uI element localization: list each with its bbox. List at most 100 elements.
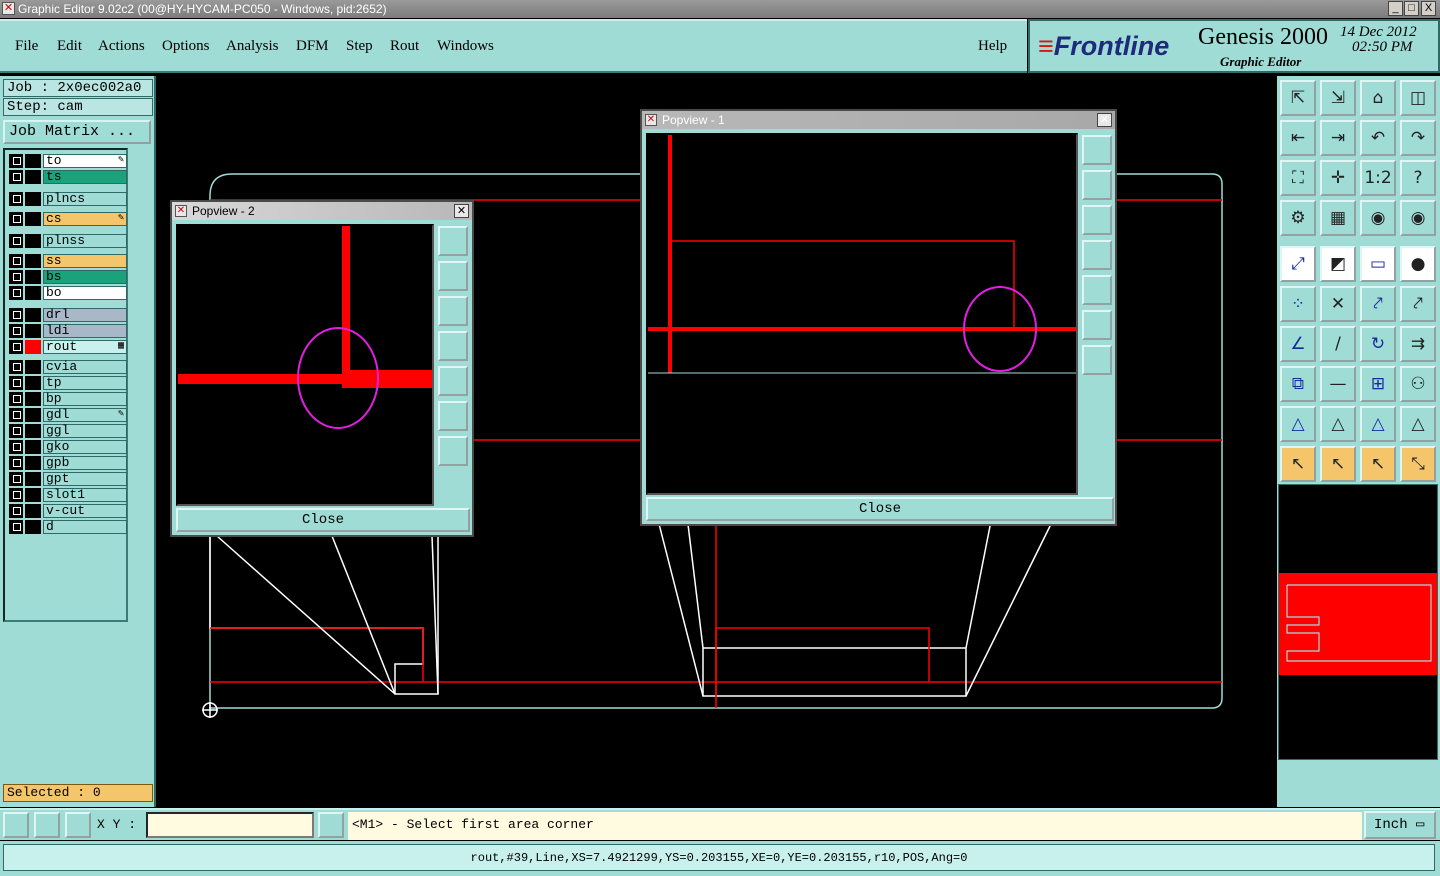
stretch-icon[interactable]: △ [1360, 406, 1396, 442]
popview-2-close-button[interactable]: Close [176, 508, 470, 532]
layer-checkbox[interactable] [9, 408, 23, 422]
layer-checkbox[interactable] [9, 340, 23, 354]
help-icon[interactable]: ? [1400, 160, 1436, 196]
close-job-icon[interactable]: ⇲ [1320, 80, 1356, 116]
triangle-icon[interactable]: △ [1280, 406, 1316, 442]
layer-name[interactable]: to ✎ [43, 154, 127, 168]
rotate-icon[interactable]: △ [1400, 406, 1436, 442]
layer-row-to[interactable]: to ✎ [7, 154, 127, 168]
measure-mode-icon[interactable] [34, 812, 60, 838]
layer-row-ggl[interactable]: ggl [7, 424, 127, 438]
ratio-icon[interactable]: 1:2 [1360, 160, 1396, 196]
layer-checkbox[interactable] [9, 504, 23, 518]
layer-name[interactable]: tp [43, 376, 127, 390]
popview-zoom-icon[interactable] [438, 226, 468, 256]
layer-checkbox[interactable] [9, 456, 23, 470]
pan-left-icon[interactable]: ⇤ [1280, 120, 1316, 156]
layer-row-gpb[interactable]: gpb [7, 456, 127, 470]
layer-checkbox[interactable] [9, 360, 23, 374]
layer-edit-icon[interactable]: ◉ [1400, 200, 1436, 236]
grid-icon[interactable]: ▦ [1320, 200, 1356, 236]
zoom-out-icon[interactable] [1082, 345, 1112, 375]
ruler-icon[interactable]: ▭ [1360, 246, 1396, 282]
layer-row-drl[interactable]: drl [7, 308, 127, 322]
pan-right-icon[interactable] [438, 366, 468, 396]
array-icon[interactable]: ⚇ [1400, 366, 1436, 402]
settings-icon[interactable]: ⚙ [1280, 200, 1316, 236]
home-icon[interactable]: ⌂ [1360, 80, 1396, 116]
popview-1-close-icon[interactable]: ✕ [1097, 113, 1112, 127]
close-window-button[interactable]: X [1421, 1, 1436, 16]
pan-down-icon[interactable] [1082, 205, 1112, 235]
split-window-icon[interactable]: ◫ [1400, 80, 1436, 116]
layer-row-bo[interactable]: bo [7, 286, 127, 300]
layer-checkbox[interactable] [9, 440, 23, 454]
popview-zoom-icon[interactable] [1082, 135, 1112, 165]
menu-actions[interactable]: Actions [98, 38, 145, 55]
layer-name[interactable]: drl [43, 308, 127, 322]
popview-2-close-icon[interactable]: ✕ [454, 204, 469, 218]
layer-row-gdl[interactable]: gdl ✎ [7, 408, 127, 422]
layer-name[interactable]: gko [43, 440, 127, 454]
select-poly-icon[interactable]: ↖ [1360, 446, 1396, 482]
layer-row-bp[interactable]: bp [7, 392, 127, 406]
overview-map[interactable] [1278, 484, 1438, 760]
layer-row-ss[interactable]: ss [7, 254, 127, 268]
layer-checkbox[interactable] [9, 270, 23, 284]
layer-name[interactable]: rout ▦ [43, 340, 127, 354]
pan-right-icon[interactable]: ⇥ [1320, 120, 1356, 156]
copy-icon[interactable]: ⧉ [1280, 366, 1316, 402]
select-net-icon[interactable]: ⤡ [1400, 446, 1436, 482]
xy-input[interactable] [146, 812, 314, 838]
layer-name[interactable]: cvia [43, 360, 127, 374]
delete-icon[interactable]: ✕ [1320, 286, 1356, 322]
layer-row-plncs[interactable]: plncs [7, 192, 127, 206]
redo-icon[interactable]: ↷ [1400, 120, 1436, 156]
snap-icon[interactable]: ⤢ [1280, 246, 1316, 282]
text-icon[interactable]: ⇉ [1400, 326, 1436, 362]
select-icon[interactable]: ↖ [1280, 446, 1316, 482]
layer-name[interactable]: ggl [43, 424, 127, 438]
angle-icon[interactable]: ∠ [1280, 326, 1316, 362]
measure-icon[interactable]: ◩ [1320, 246, 1356, 282]
layer-checkbox[interactable] [9, 472, 23, 486]
menu-options[interactable]: Options [162, 38, 210, 55]
minimize-button[interactable]: _ [1388, 1, 1403, 16]
open-job-icon[interactable]: ⇱ [1280, 80, 1316, 116]
menu-help[interactable]: Help [978, 38, 1007, 55]
layer-checkbox[interactable] [9, 192, 23, 206]
select-box-icon[interactable]: ↖ [1320, 446, 1356, 482]
layer-checkbox[interactable] [9, 308, 23, 322]
layer-checkbox[interactable] [9, 488, 23, 502]
menu-rout[interactable]: Rout [390, 38, 419, 55]
layer-row-bs[interactable]: bs [7, 270, 127, 284]
layer-row-gpt[interactable]: gpt [7, 472, 127, 486]
layer-red-icon[interactable]: ◉ [1360, 200, 1396, 236]
layer-name[interactable]: bs [43, 270, 127, 284]
layer-row-cvia[interactable]: cvia [7, 360, 127, 374]
layer-name[interactable]: ts [43, 170, 127, 184]
popview-2-view[interactable] [176, 224, 434, 506]
pan-left-icon[interactable] [438, 331, 468, 361]
pan-right-icon[interactable] [1082, 275, 1112, 305]
layer-name[interactable]: plncs [43, 192, 127, 206]
line-icon[interactable]: ⤤ [1400, 286, 1436, 322]
move-icon[interactable]: ⁘ [1280, 286, 1316, 322]
zoom-in-icon[interactable] [1082, 310, 1112, 340]
layer-row-plnss[interactable]: plnss [7, 234, 127, 248]
layer-checkbox[interactable] [9, 234, 23, 248]
menu-step[interactable]: Step [346, 38, 373, 55]
layer-row-tp[interactable]: tp [7, 376, 127, 390]
layer-row-ts[interactable]: ts [7, 170, 127, 184]
pan-up-icon[interactable] [438, 261, 468, 291]
menu-edit[interactable]: Edit [57, 38, 82, 55]
layer-checkbox[interactable] [9, 286, 23, 300]
layer-checkbox[interactable] [9, 170, 23, 184]
popview-1-close-button[interactable]: Close [646, 497, 1114, 521]
layer-row-v-cut[interactable]: v-cut [7, 504, 127, 518]
layer-checkbox[interactable] [9, 376, 23, 390]
pan-left-icon[interactable] [1082, 240, 1112, 270]
layer-name[interactable]: cs ✎ [43, 212, 127, 226]
grid-mode-icon[interactable] [65, 812, 91, 838]
job-matrix-button[interactable]: Job Matrix ... [3, 120, 151, 144]
